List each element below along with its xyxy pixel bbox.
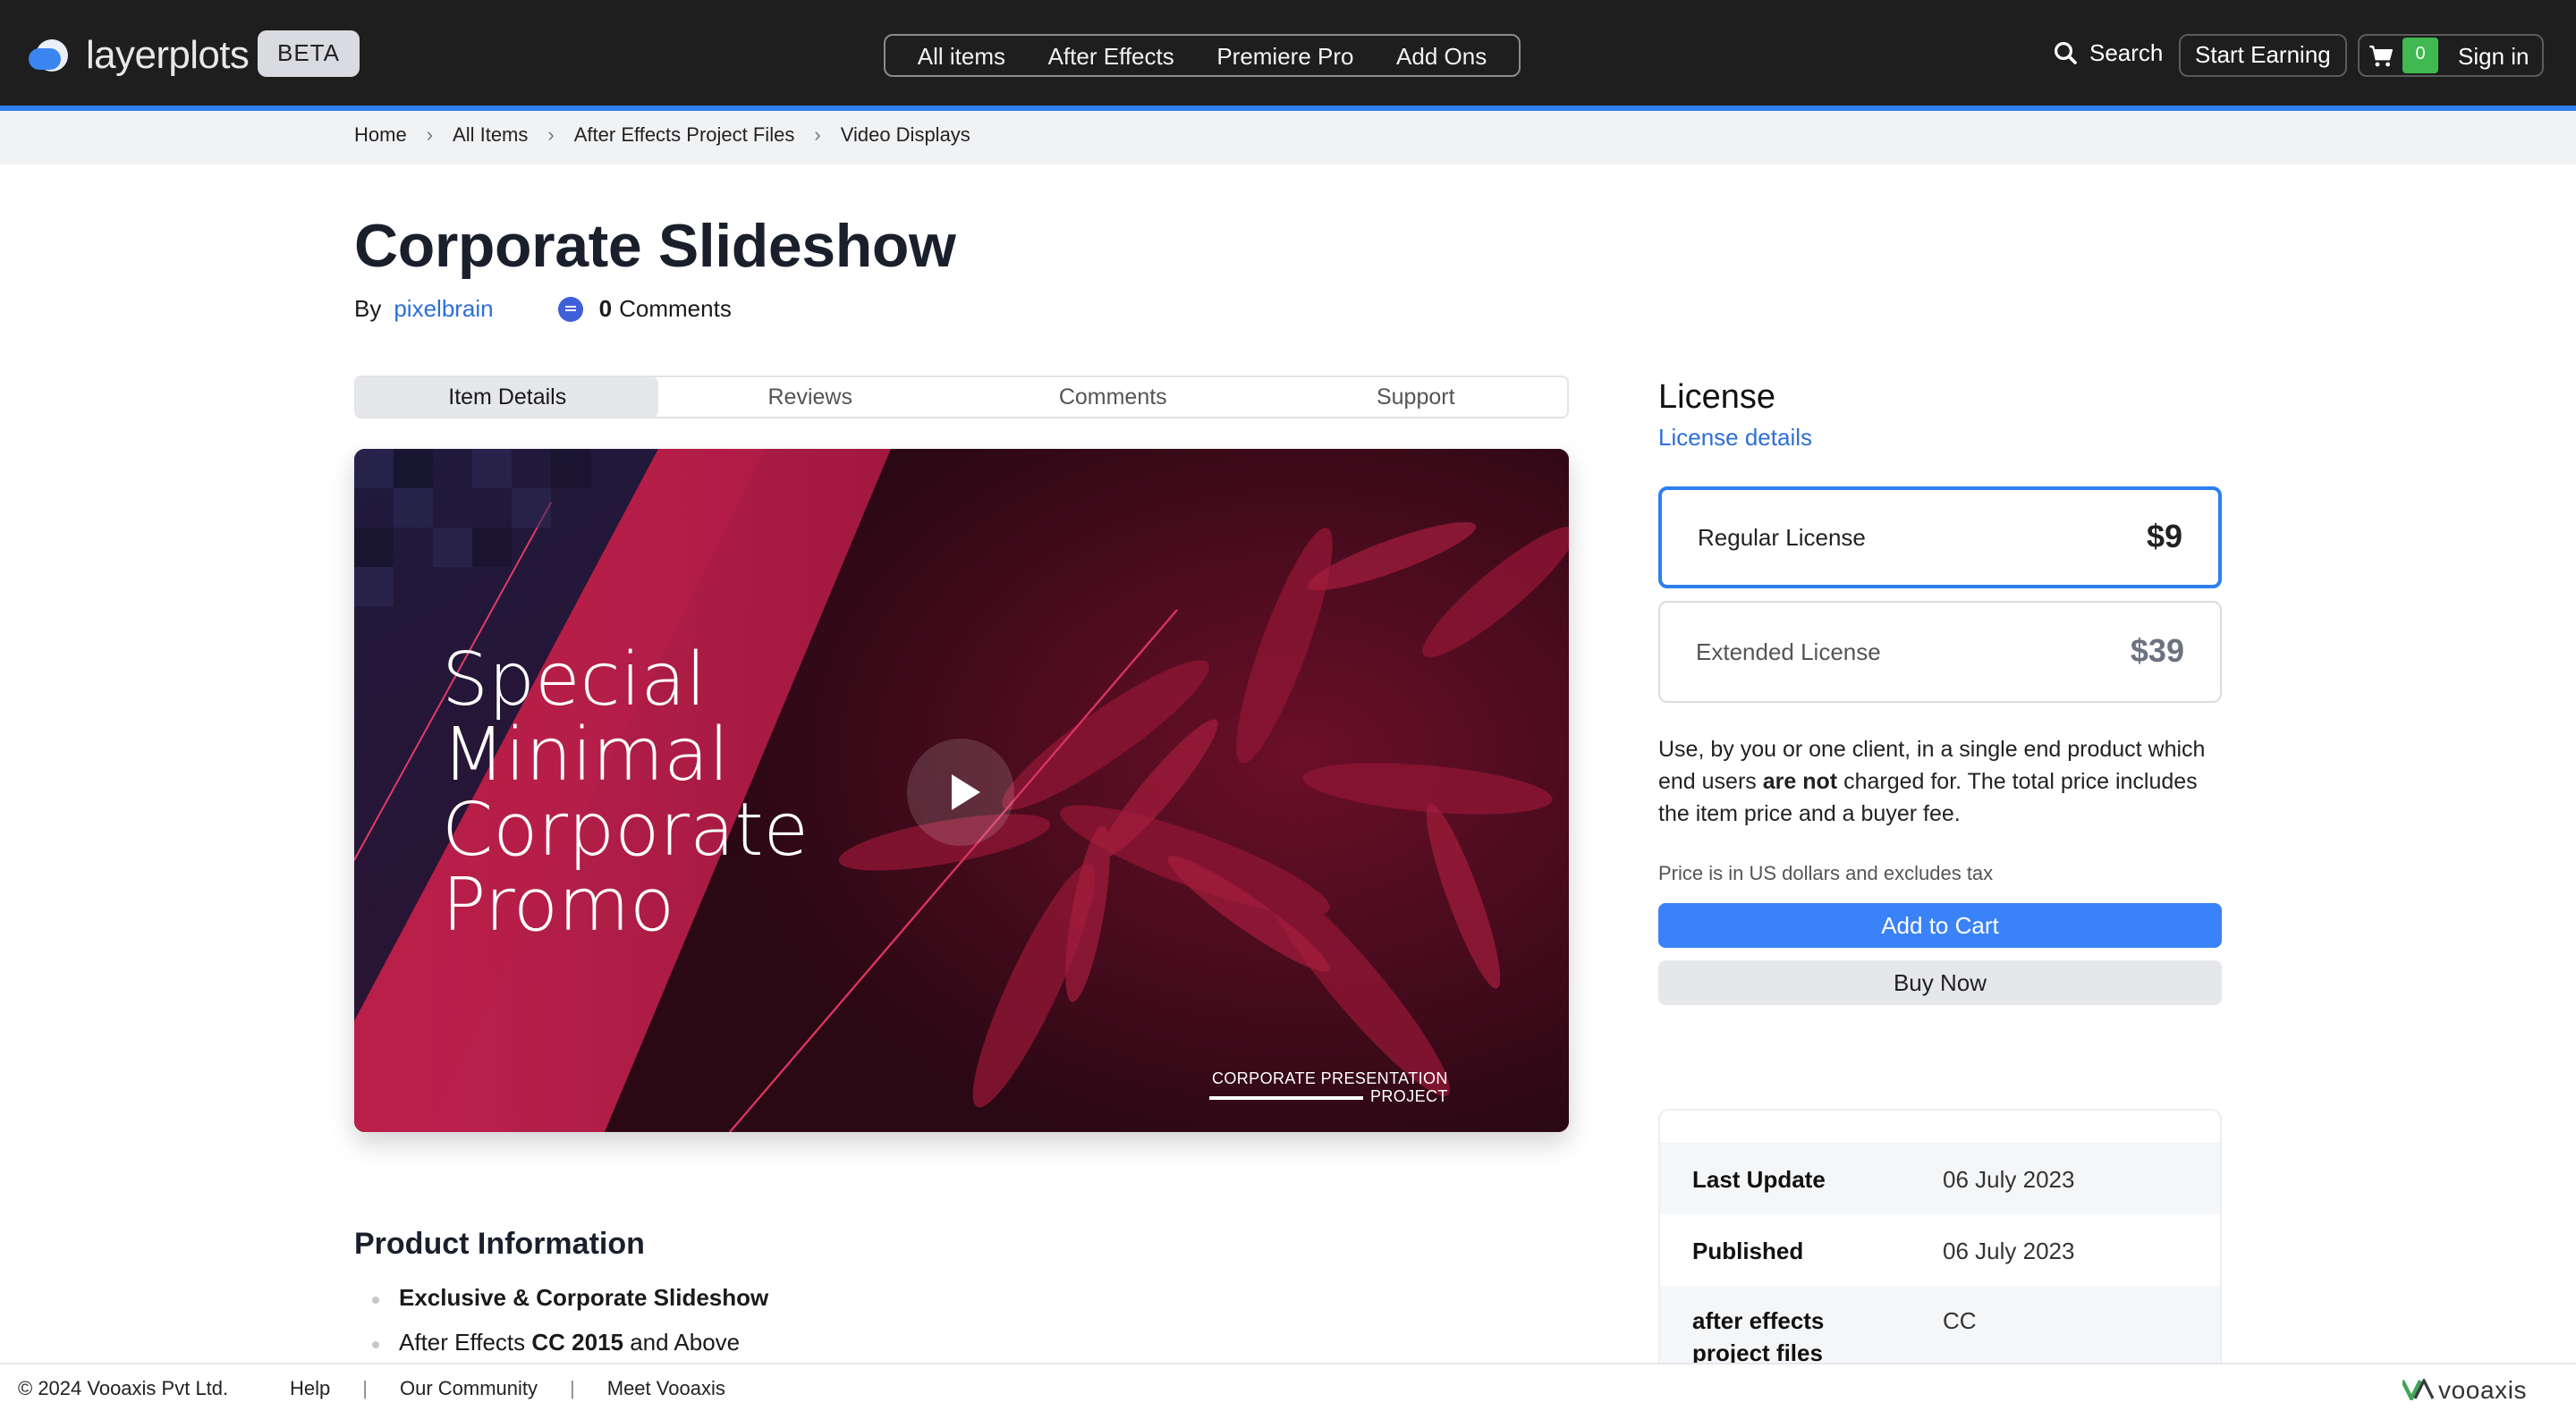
- list-item: Exclusive & Corporate Slideshow: [372, 1280, 768, 1325]
- logo-icon: [29, 36, 75, 75]
- product-info-list: Exclusive & Corporate Slideshow After Ef…: [372, 1280, 768, 1370]
- item-byline: By pixelbrain 0 Comments: [354, 295, 732, 322]
- footer-link-meet-vooaxis[interactable]: Meet Vooaxis: [607, 1379, 725, 1400]
- license-price: $39: [2130, 633, 2184, 669]
- license-description: Use, by you or one client, in a single e…: [1658, 737, 2206, 826]
- table-row: Last Update 06 July 2023: [1660, 1143, 2220, 1214]
- main-nav: All items After Effects Premiere Pro Add…: [884, 34, 1521, 77]
- breadcrumb-bar: Home › All Items › After Effects Project…: [0, 111, 2576, 165]
- breadcrumb-all-items[interactable]: All Items: [453, 125, 528, 147]
- preview-corner-line-1: CORPORATE PRESENTATION: [1211, 1069, 1448, 1087]
- sign-in-link[interactable]: Sign in: [2458, 42, 2529, 69]
- video-preview[interactable]: Special Minimal Corporate Promo CORPORAT…: [354, 449, 1569, 1132]
- breadcrumb-home[interactable]: Home: [354, 125, 407, 147]
- published-label: Published: [1692, 1237, 1804, 1263]
- breadcrumb-video-displays[interactable]: Video Displays: [841, 125, 970, 147]
- beta-badge: BETA: [258, 30, 360, 77]
- item-tabs: Item Details Reviews Comments Support: [354, 376, 1569, 418]
- license-details-link[interactable]: License details: [1658, 424, 1812, 451]
- divider: [1209, 1095, 1363, 1100]
- divider: |: [362, 1379, 368, 1400]
- tab-comments[interactable]: Comments: [962, 377, 1265, 417]
- preview-line: Corporate: [442, 787, 809, 873]
- comment-count[interactable]: 0: [599, 295, 612, 322]
- regular-license-option[interactable]: Regular License $9: [1658, 486, 2222, 588]
- extended-license-option[interactable]: Extended License $39: [1658, 601, 2222, 703]
- page-title: Corporate Slideshow: [354, 213, 956, 281]
- play-icon[interactable]: [907, 739, 1014, 846]
- license-heading: License: [1658, 379, 1775, 417]
- price-note: Price is in US dollars and excludes tax: [1658, 864, 1994, 885]
- chevron-right-icon: ›: [426, 125, 434, 147]
- site-logo[interactable]: layerplots: [29, 32, 250, 79]
- tab-support[interactable]: Support: [1265, 377, 1568, 417]
- cart-count-badge[interactable]: 0: [2402, 38, 2438, 73]
- cart-signin-group: 0 Sign in: [2358, 34, 2544, 77]
- search-label: Search: [2089, 39, 2164, 66]
- license-name: Extended License: [1696, 638, 1881, 665]
- author-link[interactable]: pixelbrain: [394, 295, 493, 322]
- nav-all-items[interactable]: All items: [918, 42, 1005, 69]
- tab-reviews[interactable]: Reviews: [659, 377, 962, 417]
- nav-premiere-pro[interactable]: Premiere Pro: [1216, 42, 1353, 69]
- preview-headline: Special Minimal Corporate Promo: [442, 642, 809, 942]
- vooaxis-logo[interactable]: vooaxis: [2402, 1375, 2527, 1404]
- preview-line: Minimal: [442, 712, 730, 798]
- preview-line: Promo: [442, 862, 675, 948]
- add-to-cart-button[interactable]: Add to Cart: [1658, 903, 2222, 948]
- license-price: $9: [2146, 519, 2182, 554]
- breadcrumb: Home › All Items › After Effects Project…: [354, 125, 970, 147]
- comment-icon: [557, 296, 583, 321]
- product-info-heading: Product Information: [354, 1227, 645, 1261]
- vooaxis-logo-icon: [2402, 1379, 2435, 1400]
- license-name: Regular License: [1698, 524, 1866, 551]
- preview-corner-line-2: PROJECT: [1370, 1087, 1448, 1105]
- vooaxis-logo-text: vooaxis: [2438, 1375, 2528, 1404]
- comment-label[interactable]: Comments: [619, 295, 732, 322]
- footer-links: Help | Our Community | Meet Vooaxis: [290, 1379, 725, 1400]
- preview-line: Special: [442, 637, 707, 722]
- top-navigation-bar: layerplots BETA All items After Effects …: [0, 0, 2576, 111]
- footer-link-help[interactable]: Help: [290, 1379, 330, 1400]
- nav-add-ons[interactable]: Add Ons: [1396, 42, 1487, 69]
- logo-text: layerplots: [86, 32, 250, 77]
- copyright: © 2024 Vooaxis Pvt Ltd.: [18, 1379, 229, 1400]
- table-row: Published 06 July 2023: [1660, 1214, 2220, 1286]
- last-update-value: 06 July 2023: [1943, 1165, 2075, 1192]
- start-earning-button[interactable]: Start Earning: [2179, 34, 2347, 77]
- buy-now-button[interactable]: Buy Now: [1658, 960, 2222, 1005]
- search-button[interactable]: Search: [2054, 39, 2163, 66]
- breadcrumb-after-effects-project-files[interactable]: After Effects Project Files: [574, 125, 795, 147]
- footer-link-our-community[interactable]: Our Community: [400, 1379, 538, 1400]
- footer: © 2024 Vooaxis Pvt Ltd. Help | Our Commu…: [0, 1363, 2576, 1411]
- cart-icon[interactable]: [2368, 44, 2394, 67]
- chevron-right-icon: ›: [547, 125, 555, 147]
- divider: |: [570, 1379, 575, 1400]
- published-value: 06 July 2023: [1943, 1237, 2075, 1263]
- by-label: By: [354, 295, 382, 322]
- search-icon: [2055, 42, 2077, 64]
- tab-item-details[interactable]: Item Details: [356, 377, 659, 417]
- chevron-right-icon: ›: [814, 125, 821, 147]
- last-update-label: Last Update: [1692, 1165, 1826, 1192]
- nav-after-effects[interactable]: After Effects: [1048, 42, 1174, 69]
- preview-corner-label: CORPORATE PRESENTATION PROJECT: [1209, 1069, 1448, 1105]
